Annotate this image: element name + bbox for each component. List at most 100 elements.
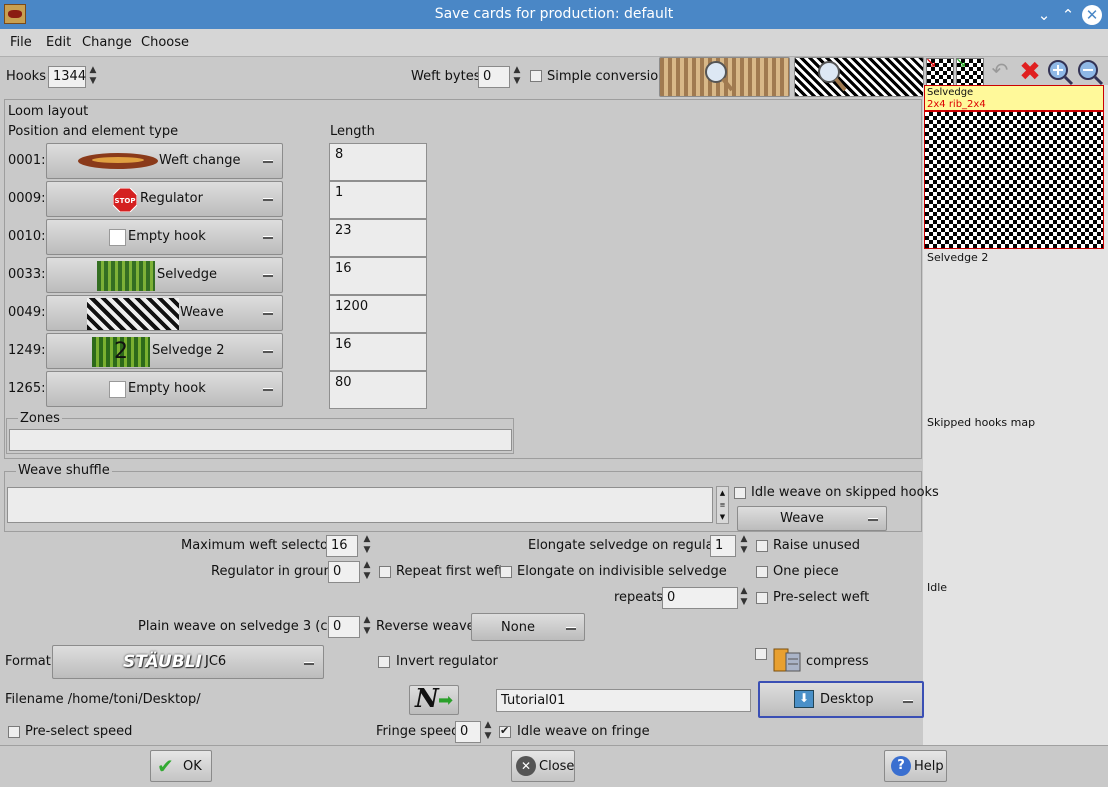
plain-weave-input[interactable]: 0 [328,616,360,638]
zoom-in-icon[interactable] [1046,58,1074,86]
grid-remove-icon[interactable]: ↘ [925,55,954,86]
weave-dropdown[interactable]: Weave [737,506,887,531]
filename-input[interactable]: Tutorial01 [496,689,751,712]
max-weft-selectors-input[interactable]: 16 [326,535,358,557]
hooks-input[interactable]: 1344 [48,66,86,88]
element-type-dropdown[interactable]: Weft change [46,143,283,179]
close-button[interactable]: ✕ Close [511,750,575,782]
dropdown-arrow-icon [868,518,878,521]
elongate-selvedge-stepper[interactable]: ▲ ▼ [739,534,749,558]
selvedge-pattern-preview[interactable] [924,111,1104,249]
close-window-icon[interactable]: ✕ [1082,5,1102,25]
reverse-weave-label: Reverse weave [376,619,475,634]
element-type-dropdown[interactable]: Weave [46,295,283,331]
menu-file[interactable]: File [10,35,32,50]
svg-text:STOP: STOP [115,197,136,205]
weave-icon [87,298,179,330]
download-folder-icon: ⬇ [794,690,814,708]
pattern-zoom-button[interactable] [794,57,924,97]
element-type-dropdown[interactable]: Empty hook [46,371,283,407]
weft-bytes-input[interactable]: 0 [478,66,510,88]
idle-weave-fringe-label: Idle weave on fringe [517,724,650,739]
format-dropdown[interactable]: STÄUBLI JC6 [52,645,324,679]
dropdown-arrow-icon [903,700,913,703]
menu-edit[interactable]: Edit [46,35,71,50]
element-label: Selvedge 2 [152,343,225,358]
repeats-input[interactable]: 0 [662,587,738,609]
length-input[interactable]: 23 [329,219,427,257]
length-input[interactable]: 80 [329,371,427,409]
dropdown-arrow-icon [566,627,576,630]
selvedge-preview-title: Selvedge [927,87,974,98]
folder-value: Desktop [820,692,874,707]
maximize-icon[interactable]: ⌃ [1058,5,1078,25]
repeat-first-weft-label: Repeat first weft [396,564,504,579]
weave-shuffle-input[interactable] [7,487,713,523]
magnifier-icon [705,61,734,92]
element-type-dropdown[interactable]: 2 Selvedge 2 [46,333,283,369]
ok-button[interactable]: ✔ OK [150,750,212,782]
selvedge-icon [97,261,155,291]
menu-change[interactable]: Change [82,35,132,50]
one-piece-checkbox[interactable] [756,566,768,578]
fringe-speed-input[interactable]: 0 [455,721,481,743]
selvedge-2-preview-label: Selvedge 2 [927,251,989,264]
regulator-in-ground-label: Regulator in ground [211,564,341,579]
elongate-selvedge-label: Elongate selvedge on regulator [528,538,733,553]
elongate-selvedge-input[interactable]: 1 [710,535,736,557]
invert-regulator-label: Invert regulator [396,654,498,669]
element-type-dropdown[interactable]: Empty hook [46,219,283,255]
weave-shuffle-scrollbar[interactable]: ▲ ≡ ▼ [716,486,729,524]
idle-weave-fringe-checkbox[interactable] [499,724,511,738]
row-position: 0009: [8,191,46,206]
weft-bytes-stepper[interactable]: ▲ ▼ [512,65,522,89]
element-type-dropdown[interactable]: STOP Regulator [46,181,283,217]
preselect-speed-checkbox[interactable] [8,726,20,738]
zones-input[interactable] [9,429,512,451]
dropdown-arrow-icon [263,198,273,201]
simple-conversion-checkbox[interactable] [530,70,542,82]
title-bar: Save cards for production: default ⌄ ⌃ ✕ [0,0,1108,29]
element-type-dropdown[interactable]: Selvedge [46,257,283,293]
elongate-indivisible-label: Elongate on indivisible selvedge [517,564,727,579]
repeats-stepper[interactable]: ▲ ▼ [739,586,749,610]
fringe-speed-label: Fringe speed [376,724,460,739]
arrow-right-icon: ➡ [438,690,454,711]
undo-icon[interactable]: ↶ [986,58,1014,86]
row-position: 0001: [8,153,46,168]
compress-checkbox[interactable] [755,648,767,660]
help-label: Help [914,759,944,774]
weave-shuffle-label: Weave shuffle [16,463,112,478]
hooks-stepper[interactable]: ▲ ▼ [88,65,98,89]
repeat-first-weft-checkbox[interactable] [379,566,391,578]
minimize-icon[interactable]: ⌄ [1034,5,1054,25]
dropdown-arrow-icon [263,160,273,163]
folder-dropdown[interactable]: ⬇ Desktop [758,681,924,718]
length-input[interactable]: 16 [329,333,427,371]
length-input[interactable]: 16 [329,257,427,295]
next-file-button[interactable]: N ➡ [409,684,459,715]
length-input[interactable]: 1 [329,181,427,219]
length-input[interactable]: 1200 [329,295,427,333]
zoom-out-icon[interactable] [1076,58,1104,86]
fringe-speed-stepper[interactable]: ▲ ▼ [483,720,493,744]
invert-regulator-checkbox[interactable] [378,656,390,668]
grid-add-icon[interactable]: ↘ [955,55,984,86]
idle-weave-skipped-checkbox[interactable] [734,487,746,499]
skipped-hooks-label: Skipped hooks map [927,416,1036,429]
reverse-weave-dropdown[interactable]: None [471,613,585,641]
delete-icon[interactable]: ✖ [1016,58,1044,86]
help-button[interactable]: ? Help [884,750,947,782]
menu-choose[interactable]: Choose [141,35,189,50]
plain-weave-stepper[interactable]: ▲ ▼ [362,615,372,639]
length-input[interactable]: 8 [329,143,427,181]
elongate-indivisible-checkbox[interactable] [500,566,512,578]
regulator-in-ground-stepper[interactable]: ▲ ▼ [362,560,372,584]
preview-zoom-button[interactable] [659,57,790,97]
one-piece-label: One piece [773,564,839,579]
preselect-weft-checkbox[interactable] [756,592,768,604]
idle-label: Idle [927,581,948,594]
max-weft-selectors-stepper[interactable]: ▲ ▼ [362,534,372,558]
regulator-in-ground-input[interactable]: 0 [328,561,360,583]
raise-unused-checkbox[interactable] [756,540,768,552]
